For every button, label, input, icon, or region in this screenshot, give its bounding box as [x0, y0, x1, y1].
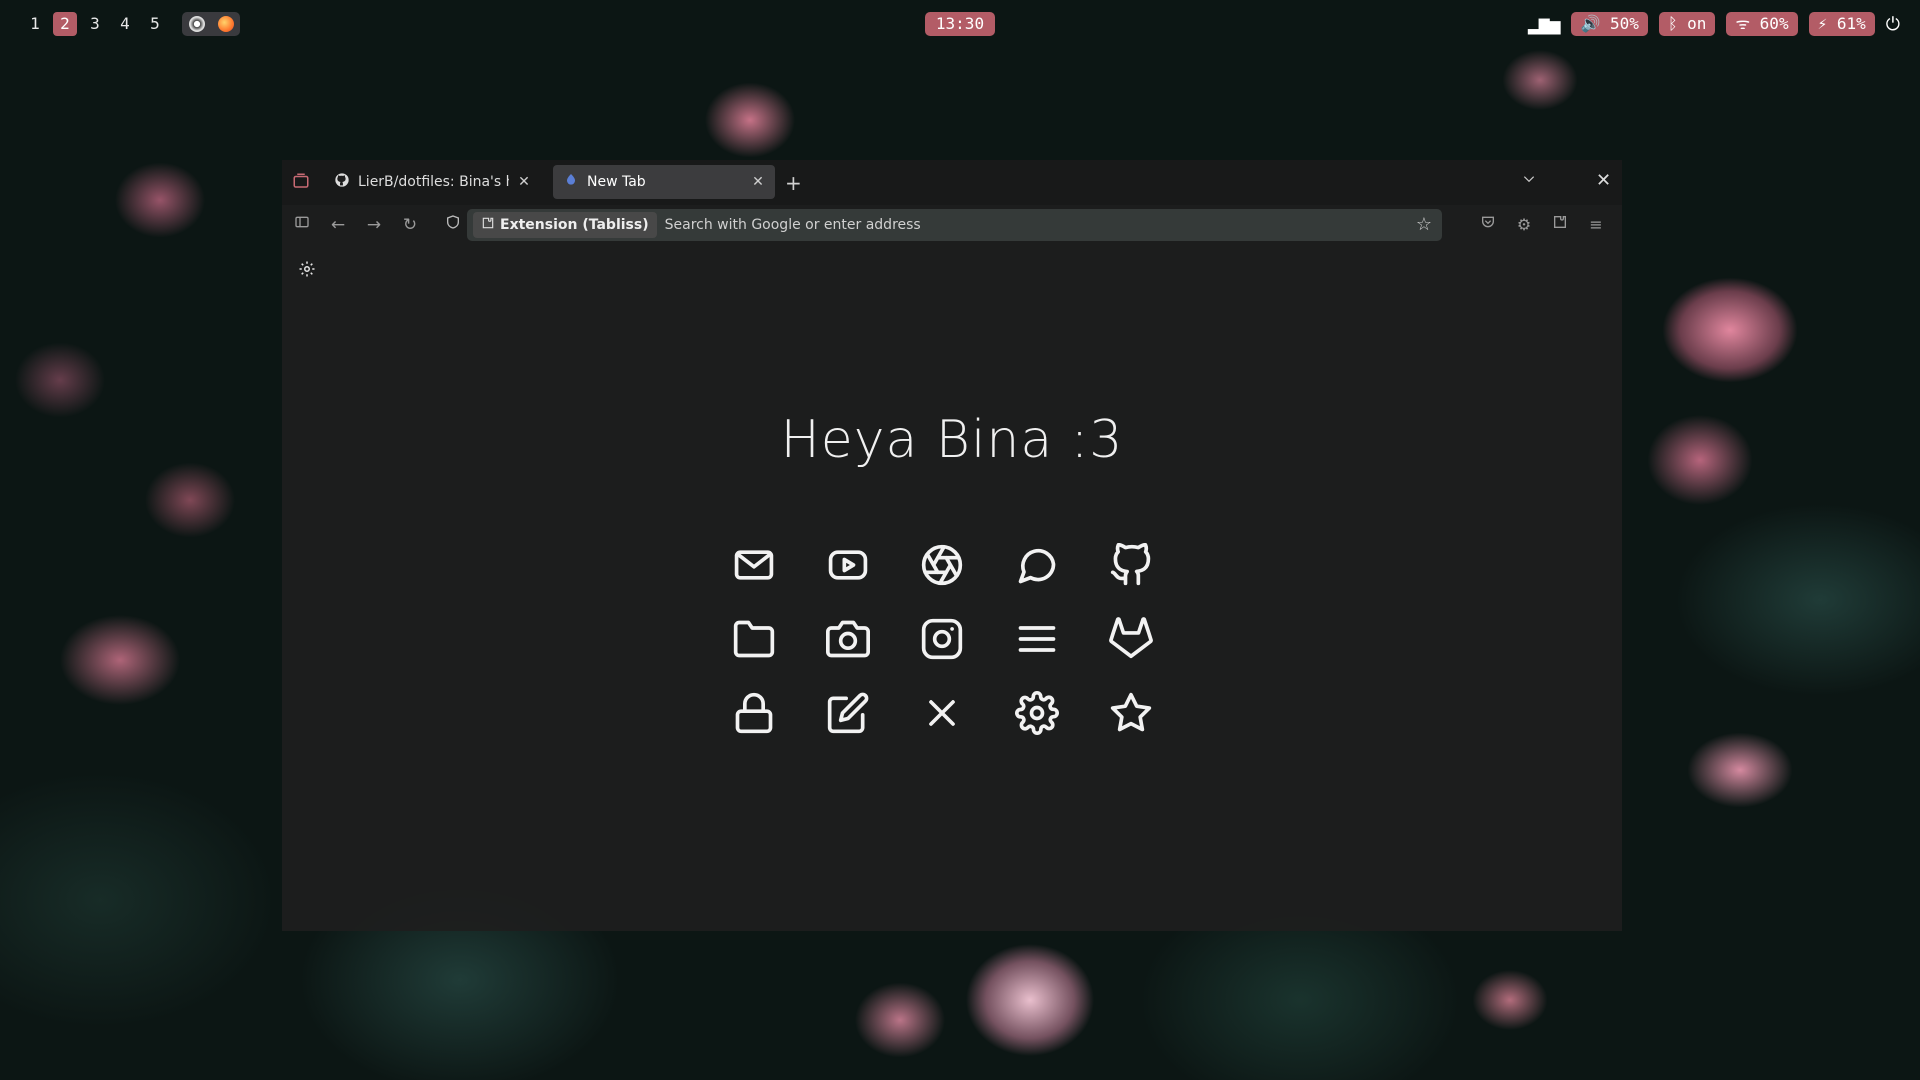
new-tab-button[interactable]: +: [785, 171, 802, 195]
reload-icon[interactable]: ↻: [399, 214, 421, 236]
close-tab-icon[interactable]: ✕: [517, 174, 531, 190]
wifi-indicator[interactable]: ᯤ 60%: [1726, 12, 1798, 36]
pocket-icon[interactable]: [1477, 214, 1499, 236]
volume-indicator[interactable]: 🔊 50%: [1571, 12, 1648, 36]
mail-icon[interactable]: [707, 528, 801, 602]
top-bar: 1 2 3 4 5 13:30 ▂▆▅ 🔊 50% ᛒ on ᯤ 60% ⚡ 6…: [0, 0, 1920, 48]
obs-icon[interactable]: [188, 16, 205, 32]
firefox-icon[interactable]: [217, 16, 234, 32]
audio-visualizer-icon: ▂▆▅: [1527, 13, 1561, 35]
github-icon[interactable]: [1084, 528, 1178, 602]
sidebar-icon[interactable]: [291, 214, 313, 236]
forward-icon[interactable]: →: [363, 214, 385, 236]
url-bar[interactable]: Extension (Tabliss) Search with Google o…: [467, 209, 1442, 241]
tab-strip: LierB/dotfiles: Bina's hypr ✕ New Tab ✕ …: [282, 160, 1622, 205]
gitlab-icon[interactable]: [1084, 602, 1178, 676]
bookmark-star-icon[interactable]: ☆: [1416, 214, 1432, 235]
youtube-icon[interactable]: [801, 528, 895, 602]
workspace-3[interactable]: 3: [83, 12, 107, 36]
tab-label: New Tab: [587, 174, 646, 190]
quick-links-grid: [707, 528, 1178, 748]
bluetooth-indicator[interactable]: ᛒ on: [1658, 12, 1716, 36]
settings-icon[interactable]: [990, 676, 1084, 750]
tab-dotfiles[interactable]: LierB/dotfiles: Bina's hypr ✕: [324, 165, 541, 199]
lock-icon[interactable]: [707, 676, 801, 750]
workspace-1[interactable]: 1: [23, 12, 47, 36]
list-all-tabs-icon[interactable]: [1522, 172, 1536, 190]
firefox-view-icon[interactable]: [291, 172, 311, 192]
tray-apps: [182, 12, 240, 36]
workspace-switcher: 1 2 3 4 5: [23, 12, 167, 36]
star-icon[interactable]: [1084, 676, 1178, 750]
workspace-4[interactable]: 4: [113, 12, 137, 36]
extension-settings-icon[interactable]: ⚙: [1513, 214, 1535, 236]
tab-new-tab[interactable]: New Tab ✕: [553, 165, 775, 199]
greeting: Heya Bina :3: [780, 410, 1124, 470]
workspace-5[interactable]: 5: [143, 12, 167, 36]
github-icon: [334, 172, 350, 192]
tabliss-settings-icon[interactable]: [298, 260, 316, 283]
tab-label: LierB/dotfiles: Bina's hypr: [358, 174, 509, 190]
shield-icon[interactable]: [442, 214, 464, 236]
edit-icon[interactable]: [801, 676, 895, 750]
puzzle-icon: [481, 216, 495, 234]
menu-icon[interactable]: [990, 602, 1084, 676]
browser-window: LierB/dotfiles: Bina's hypr ✕ New Tab ✕ …: [282, 160, 1622, 931]
back-icon[interactable]: ←: [327, 214, 349, 236]
extension-name: Extension (Tabliss): [500, 217, 649, 233]
extensions-icon[interactable]: [1549, 214, 1571, 236]
instagram-icon[interactable]: [895, 602, 989, 676]
camera-icon[interactable]: [801, 602, 895, 676]
url-input[interactable]: Search with Google or enter address: [665, 217, 921, 233]
tabliss-icon: [563, 172, 579, 192]
power-icon[interactable]: ⏻: [1886, 14, 1900, 35]
folder-icon[interactable]: [707, 602, 801, 676]
clock[interactable]: 13:30: [925, 12, 995, 36]
workspace-2[interactable]: 2: [53, 12, 77, 36]
battery-indicator: ⚡ 61%: [1808, 12, 1875, 36]
close-icon[interactable]: [895, 676, 989, 750]
chat-icon[interactable]: [990, 528, 1084, 602]
navigation-toolbar: ← → ↻ Extension (Tabliss) Search with Go…: [282, 205, 1622, 245]
aperture-icon[interactable]: [895, 528, 989, 602]
status-modules: ▂▆▅ 🔊 50% ᛒ on ᯤ 60% ⚡ 61% ⏻: [1528, 12, 1900, 36]
app-menu-icon[interactable]: ≡: [1585, 214, 1607, 236]
extension-identity-chip[interactable]: Extension (Tabliss): [473, 212, 657, 238]
close-window-icon[interactable]: ✕: [1596, 170, 1611, 191]
close-tab-icon[interactable]: ✕: [751, 174, 765, 190]
